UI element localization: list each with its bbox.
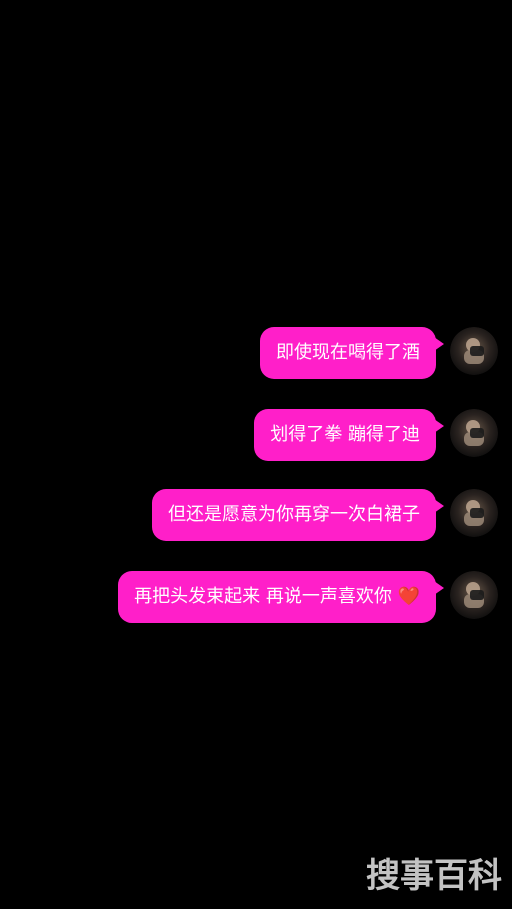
heart-emoji-icon: ❤️ (397, 586, 420, 607)
avatar-icon (450, 489, 498, 537)
message-row: 即使现在喝得了酒 (260, 327, 498, 379)
message-text: 即使现在喝得了酒 (276, 342, 420, 363)
message-bubble[interactable]: 划得了拳 蹦得了迪 (254, 409, 444, 461)
avatar-icon (450, 571, 498, 619)
message-text: 但还是愿意为你再穿一次白裙子 (168, 504, 420, 525)
message-text: 再把头发束起来 再说一声喜欢你 (134, 586, 392, 607)
message-row: 再把头发束起来 再说一声喜欢你 ❤️ (118, 571, 498, 623)
chat-view: 即使现在喝得了酒 划得了拳 蹦得了迪 但还是愿意为你再穿一次白裙子 再把头发束起… (0, 0, 512, 909)
avatar[interactable] (450, 489, 498, 537)
avatar-icon (450, 409, 498, 457)
message-row: 划得了拳 蹦得了迪 (254, 409, 498, 461)
message-row: 但还是愿意为你再穿一次白裙子 (152, 489, 498, 541)
message-bubble[interactable]: 但还是愿意为你再穿一次白裙子 (152, 489, 444, 541)
message-bubble[interactable]: 即使现在喝得了酒 (260, 327, 444, 379)
message-text: 划得了拳 蹦得了迪 (270, 424, 420, 445)
watermark-logo: 搜事百科 (366, 856, 502, 896)
avatar[interactable] (450, 327, 498, 375)
message-bubble[interactable]: 再把头发束起来 再说一声喜欢你 ❤️ (118, 571, 444, 623)
avatar[interactable] (450, 571, 498, 619)
avatar-icon (450, 327, 498, 375)
avatar[interactable] (450, 409, 498, 457)
